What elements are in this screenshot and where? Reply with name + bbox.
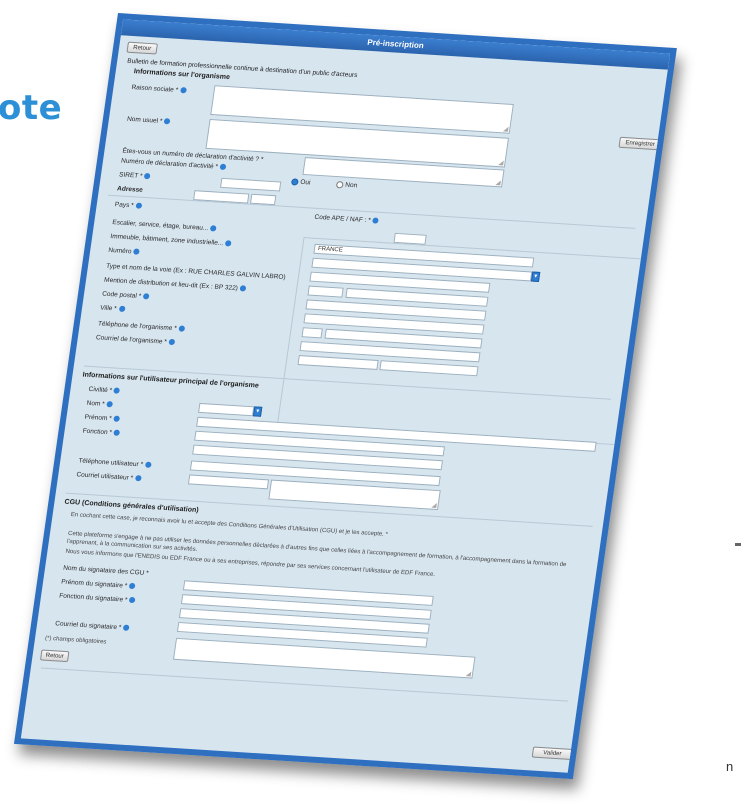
- civilite-text: Civilité *: [88, 385, 113, 395]
- info-icon[interactable]: [144, 173, 151, 180]
- info-icon[interactable]: [135, 202, 143, 210]
- raison-sociale-label: Raison sociale *: [131, 84, 187, 94]
- courriel-sig-label: Courriel du signataire *: [55, 620, 130, 632]
- siret-field[interactable]: [220, 177, 282, 192]
- code-ape-text: Code APE / NAF : *: [313, 213, 372, 225]
- radio-no[interactable]: [335, 181, 344, 189]
- numero-text: Numéro: [107, 246, 132, 256]
- info-icon[interactable]: [178, 325, 186, 333]
- info-icon[interactable]: [372, 217, 380, 225]
- info-icon[interactable]: [113, 429, 121, 437]
- courriel-label: Courriel de l'organisme *: [95, 334, 176, 346]
- pays-text: Pays *: [114, 201, 135, 210]
- divider: [40, 667, 568, 702]
- info-icon[interactable]: [128, 597, 136, 604]
- prenom-sig-text: Prénom du signataire *: [60, 578, 128, 590]
- prenom-sig-label: Prénom du signataire *: [61, 579, 136, 591]
- prenom-text: Prénom *: [84, 413, 113, 423]
- info-icon[interactable]: [113, 415, 121, 423]
- info-icon[interactable]: [118, 305, 126, 313]
- ville-label: Ville *: [99, 304, 126, 313]
- courriel-user-field-1[interactable]: [187, 474, 270, 490]
- code-postal-field[interactable]: [301, 327, 323, 339]
- courriel-user-label: Courriel utilisateur *: [76, 471, 142, 482]
- civilite-select[interactable]: [198, 402, 255, 417]
- telephone-label: Téléphone de l'organisme *: [97, 320, 186, 333]
- nom-text: Nom *: [86, 399, 106, 408]
- cgu-section-title: CGU (Conditions générales d'utilisation): [64, 498, 200, 515]
- courriel-sig-text: Courriel du signataire *: [54, 620, 122, 632]
- fonction-sig-label: Fonction du signataire *: [59, 592, 136, 604]
- info-icon[interactable]: [128, 583, 136, 590]
- etage-text: Escalier, service, étage, bureau...: [111, 219, 209, 233]
- radio-yes[interactable]: [290, 178, 299, 186]
- code-ape-label: Code APE / NAF : *: [313, 213, 380, 225]
- info-icon[interactable]: [144, 461, 152, 469]
- mention-label: Mention de distribution et lieu-dit (Ex …: [104, 277, 247, 293]
- raison-sociale-text: Raison sociale *: [131, 84, 179, 94]
- info-icon[interactable]: [163, 118, 171, 125]
- tel-user-text: Téléphone utilisateur *: [77, 457, 144, 469]
- tel-user-label: Téléphone utilisateur *: [78, 457, 152, 469]
- nom-usuel-text: Nom usuel *: [126, 115, 163, 125]
- page-heading-fragment: ote: [0, 88, 63, 128]
- nom-usuel-label: Nom usuel *: [127, 116, 171, 126]
- mention-text: Mention de distribution et lieu-dit (Ex …: [103, 276, 239, 293]
- radio-no-label: Non: [344, 181, 358, 190]
- chevron-down-icon[interactable]: ▾: [530, 271, 541, 282]
- back-button-bottom[interactable]: Retour: [39, 649, 70, 663]
- info-icon[interactable]: [168, 339, 176, 346]
- numero-label: Numéro: [108, 247, 140, 256]
- civilite-label: Civilité *: [88, 385, 121, 395]
- info-icon[interactable]: [224, 240, 232, 247]
- comment-field[interactable]: [172, 637, 476, 679]
- fonction-text: Fonction *: [82, 427, 113, 437]
- fonction-sig-text: Fonction du signataire *: [58, 592, 128, 604]
- info-icon[interactable]: [179, 87, 187, 94]
- edge-mark: [735, 543, 741, 546]
- info-icon[interactable]: [122, 624, 130, 632]
- immeuble-text: Immeuble, bâtiment, zone industrielle...: [109, 232, 224, 248]
- code-postal-text: Code postal *: [101, 290, 142, 300]
- radio-yes-label: Oui: [299, 178, 311, 187]
- info-icon[interactable]: [134, 475, 142, 482]
- courriel-text: Courriel de l'organisme *: [95, 334, 168, 346]
- form-window: Pré-inscription Retour Enregistrer Bulle…: [13, 13, 677, 780]
- chevron-down-icon[interactable]: ▾: [252, 406, 263, 417]
- pays-label: Pays *: [114, 201, 143, 210]
- fonction-label: Fonction *: [82, 427, 121, 437]
- immeuble-label: Immeuble, bâtiment, zone industrielle...: [110, 233, 232, 248]
- submit-button[interactable]: Valider: [531, 746, 574, 760]
- save-button[interactable]: Enregistrer: [618, 136, 662, 151]
- nom-label: Nom *: [86, 399, 114, 409]
- siret-text: SIRET *: [118, 171, 143, 180]
- info-icon[interactable]: [142, 293, 150, 300]
- footer-fragment: n: [726, 759, 734, 774]
- info-icon[interactable]: [113, 387, 121, 395]
- courriel-user-text: Courriel utilisateur *: [75, 471, 134, 482]
- mandatory-note: (*) champs obligatoires: [44, 635, 107, 646]
- signataire-cgu-label: Nom du signataire des CGU *: [62, 564, 150, 578]
- siret-label: SIRET *: [119, 171, 151, 180]
- code-postal-label: Code postal *: [102, 291, 150, 301]
- etage-label: Escalier, service, étage, bureau...: [112, 219, 217, 232]
- info-icon[interactable]: [239, 285, 247, 292]
- adresse-label: Adresse: [116, 185, 144, 194]
- form-screenshot: Pré-inscription Retour Enregistrer Bulle…: [13, 13, 677, 780]
- info-icon[interactable]: [106, 401, 114, 408]
- telephone-text: Téléphone de l'organisme *: [97, 320, 178, 333]
- prenom-label: Prénom *: [84, 413, 121, 423]
- back-button[interactable]: Retour: [126, 41, 158, 55]
- info-icon[interactable]: [219, 164, 227, 171]
- info-icon[interactable]: [209, 225, 217, 232]
- info-icon[interactable]: [133, 248, 140, 256]
- ville-text: Ville *: [99, 304, 118, 313]
- numero-field[interactable]: [307, 285, 344, 298]
